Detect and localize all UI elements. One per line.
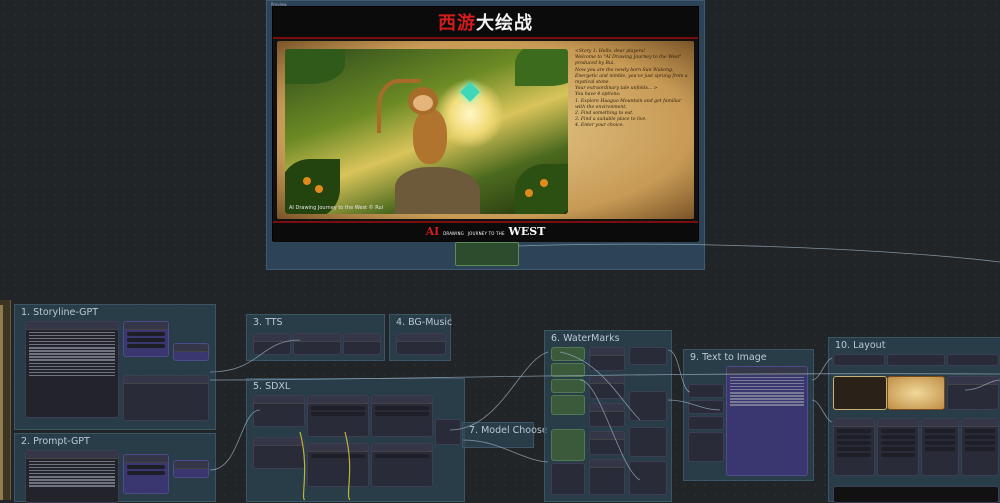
prompt-text-node[interactable] [25,450,119,503]
layout-output-node[interactable] [833,486,999,503]
layout-parchment-preview[interactable] [887,376,945,410]
tts-input-node[interactable] [253,333,291,355]
prompt-gpt-node[interactable] [123,454,169,494]
text-input-node[interactable] [688,384,724,398]
image-scale-node[interactable] [629,461,667,495]
layout-position-node[interactable] [921,418,959,476]
story-line: 4. Enter your choice. [575,123,624,129]
group-model-choose[interactable]: 7. Model Choose [462,422,548,448]
poster-story-text: <Story 1: Hello, dear players! Welcome t… [575,49,689,209]
image-scale-node[interactable] [629,347,667,365]
text-to-image-node[interactable] [726,366,808,476]
group-tts[interactable]: 3. TTS [246,314,385,361]
layout-input-node[interactable] [833,354,885,366]
show-text-node[interactable] [123,375,209,421]
group-title: 5. SDXL [253,381,291,392]
text-input-node[interactable] [688,432,724,462]
group-storyline-gpt[interactable]: 1. Storyline-GPT [14,304,216,430]
group-text-to-image[interactable]: 9. Text to Image [683,349,814,481]
composite-node[interactable] [589,347,625,371]
watermark-load-node[interactable] [551,395,585,415]
layout-position-node[interactable] [877,418,919,476]
leaf-shape [515,164,568,214]
storyline-prompt-node[interactable] [25,321,119,418]
poster-copyright: AI Drawing Journey to the West © Rui [289,205,384,211]
layout-preview-frame[interactable] [833,376,887,410]
composite-node[interactable] [589,375,625,399]
poster-title: 西游大绘战 [273,9,698,35]
group-title: 6. WaterMarks [551,333,620,344]
fruit-shape [540,179,548,187]
ksampler-node[interactable] [371,395,433,437]
group-title: 7. Model Choose [469,425,548,436]
fruit-shape [303,177,311,185]
watermark-load-node[interactable] [551,347,585,361]
group-layout[interactable]: 10. Layout [828,337,1000,503]
left-panel-strip [0,305,3,500]
tts-output-node[interactable] [343,333,381,355]
fruit-shape [315,185,323,193]
image-scale-node[interactable] [629,391,667,421]
poster-title-bar: 西游大绘战 [273,7,698,39]
latent-node[interactable] [253,437,305,469]
vae-decode-node[interactable] [371,443,433,487]
group-title: 1. Storyline-GPT [21,307,98,318]
layout-combine-node[interactable] [947,376,999,410]
watermark-load-node[interactable] [551,379,585,393]
monkey-face [413,95,433,111]
gpt-output-node[interactable] [173,343,209,361]
logo-ai: AI [425,225,440,238]
text-input-node[interactable] [688,416,724,430]
group-title: 9. Text to Image [690,352,767,363]
group-bg-music[interactable]: 4. BG-Music [389,314,453,361]
story-line: Welcome to "AI Drawing Journey to the We… [575,55,682,67]
group-title: 10. Layout [835,340,886,351]
watermark-load-node[interactable] [551,363,585,377]
logo-drawing: DRAWING [443,231,464,236]
rock-shape [395,167,480,214]
story-line: 1. Explore Huaguo Mountain and get famil… [575,98,682,110]
save-image-node[interactable] [455,242,519,266]
poster-title-red: 西游 [438,13,476,34]
layout-position-node[interactable] [833,418,875,476]
story-line: Now you are the newly born Sun Wukong, [575,67,674,73]
poster-title-white: 大绘战 [476,13,533,34]
checkpoint-loader-node[interactable] [253,395,305,427]
prompt-output-node[interactable] [173,460,209,478]
group-sdxl[interactable]: 5. SDXL [246,378,465,502]
group-watermarks[interactable]: 6. WaterMarks [544,330,672,502]
refiner-node[interactable] [307,443,369,487]
group-title: 3. TTS [253,317,283,328]
leaf-shape [515,49,568,86]
layout-input-node[interactable] [887,354,945,366]
leaf-shape [285,49,345,84]
poster-logo: AI DRAWING JOURNEY TO THE WEST [273,225,698,238]
monkey-body [413,109,447,164]
group-prompt-gpt[interactable]: 2. Prompt-GPT [14,433,216,503]
poster-logo-bar: AI DRAWING JOURNEY TO THE WEST [273,221,698,242]
bg-music-node[interactable] [396,333,446,355]
watermark-mask-node[interactable] [551,463,585,495]
preview-image-poster: 西游大绘战 AI Drawing Journey to the West © R… [272,6,699,242]
group-title: 2. Prompt-GPT [21,436,90,447]
story-line: Energetic and nimble, you've just sprung… [575,73,688,86]
group-title: 4. BG-Music [396,317,453,328]
composite-node[interactable] [589,459,625,495]
logo-subtitle: JOURNEY TO THE [467,231,505,236]
layout-position-node[interactable] [961,418,999,476]
logo-west: WEST [508,225,546,238]
reroute-node[interactable] [435,419,461,445]
composite-node[interactable] [589,431,625,455]
poster-parchment: AI Drawing Journey to the West © Rui <St… [277,41,694,219]
tts-node[interactable] [293,333,341,355]
composite-node[interactable] [589,403,625,427]
image-scale-node[interactable] [629,427,667,457]
layout-input-node[interactable] [947,354,999,366]
text-input-node[interactable] [688,400,724,414]
clip-encode-node[interactable] [307,395,369,437]
watermark-image-node[interactable] [551,429,585,461]
gpt-config-node[interactable] [123,321,169,357]
poster-illustration: AI Drawing Journey to the West © Rui [285,49,568,214]
fruit-shape [525,189,533,197]
